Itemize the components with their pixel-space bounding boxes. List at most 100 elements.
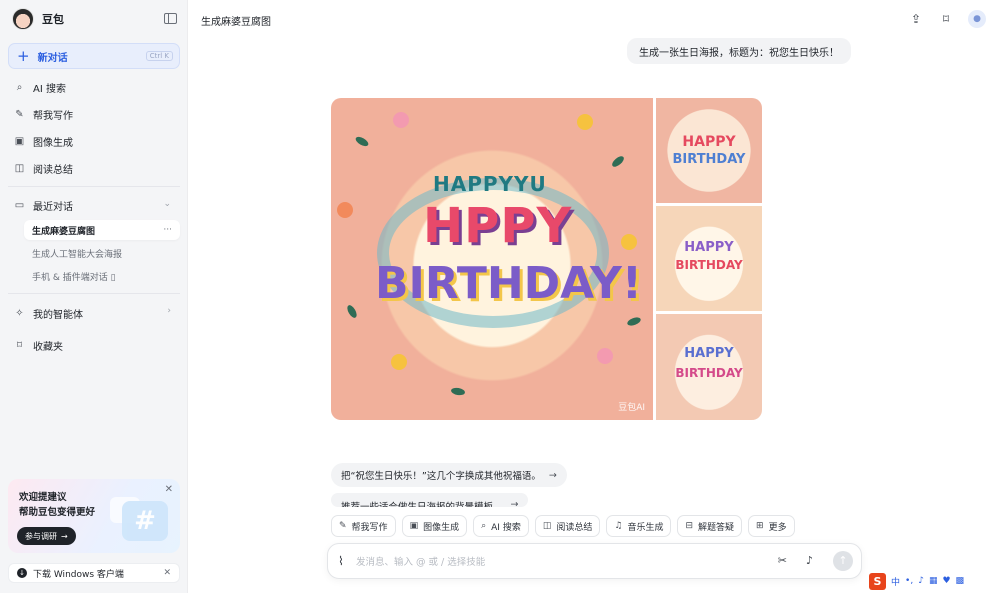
sidebar-item-label: 图像生成 — [33, 138, 73, 149]
sidebar-item-ai-search[interactable]: ⌕ AI 搜索 — [14, 80, 66, 95]
search-icon: ⌕ — [16, 82, 23, 93]
survey-button[interactable]: 参与调研 → — [17, 527, 76, 545]
toolbox-icon[interactable]: ▩ — [956, 576, 965, 586]
image-text-birthday: BIRTHDAY! — [375, 258, 642, 309]
tool-image-gen[interactable]: ▣ 图像生成 — [401, 515, 468, 537]
tool-label: 图像生成 — [423, 522, 460, 533]
recent-chat-item[interactable]: 生成人工智能大会海报 — [24, 243, 180, 263]
message-input[interactable] — [356, 552, 736, 572]
thumb-text: HAPPY — [684, 346, 734, 361]
header-actions: ⇪ ⌑ ● — [908, 10, 986, 28]
image-icon: ▣ — [14, 136, 25, 147]
generated-image-thumb[interactable]: HAPPY BIRTHDAY — [656, 314, 762, 420]
music-icon: ♫ — [614, 521, 623, 531]
download-icon: ↓ — [17, 568, 27, 578]
recent-chat-item[interactable]: 生成麻婆豆腐图 ··· — [24, 220, 180, 240]
tool-ai-search[interactable]: ⌕ AI 搜索 — [473, 515, 529, 537]
user-avatar[interactable]: ● — [968, 10, 986, 28]
download-label: 下载 Windows 客户端 — [33, 569, 124, 580]
microphone-icon[interactable]: ♪ — [806, 554, 813, 567]
recent-chats-header[interactable]: ▭ 最近对话 — [14, 198, 174, 213]
chevron-down-icon[interactable]: ⌄ — [163, 199, 171, 209]
arrow-right-icon: → — [510, 499, 519, 507]
book-icon: ◫ — [542, 521, 552, 531]
image-icon: ▣ — [409, 521, 419, 531]
skin-icon[interactable]: ♥ — [942, 576, 950, 586]
image-decoration — [450, 386, 466, 397]
sidebar-item-label: 帮我写作 — [33, 111, 73, 122]
divider — [8, 293, 180, 294]
doubao-avatar — [12, 8, 34, 30]
more-options-icon[interactable]: ··· — [163, 225, 172, 235]
sidebar-item-reading[interactable]: ◫ 阅读总结 — [14, 161, 73, 176]
new-chat-button[interactable]: + 新对话 Ctrl K — [8, 43, 180, 69]
image-decoration — [393, 112, 409, 128]
generated-image-thumb[interactable]: HAPPY BIRTHDAY — [656, 206, 762, 311]
promo-line2: 帮助豆包变得更好 — [19, 507, 96, 518]
image-decoration — [577, 114, 593, 130]
arrow-right-icon: → — [548, 469, 557, 481]
recent-chats-label: 最近对话 — [33, 202, 73, 213]
bookmark-add-icon[interactable]: ⌑ — [938, 11, 954, 27]
keyboard-icon[interactable]: ▦ — [929, 576, 938, 586]
tool-label: 帮我写作 — [351, 522, 388, 533]
chevron-right-icon[interactable]: › — [167, 306, 171, 316]
sidebar-item-image-gen[interactable]: ▣ 图像生成 — [14, 134, 73, 149]
tool-label: 音乐生成 — [627, 522, 664, 533]
recent-chat-label: 生成麻婆豆腐图 — [32, 226, 96, 237]
watermark: 豆包AI — [618, 403, 645, 413]
voice-icon[interactable]: ♪ — [918, 576, 924, 586]
close-icon[interactable]: ✕ — [165, 484, 173, 495]
close-icon[interactable]: ✕ — [163, 568, 171, 578]
sidebar-item-favorites[interactable]: ⌑ 收藏夹 — [14, 338, 63, 353]
search-icon: ⌕ — [481, 521, 487, 531]
suggestion-label: 推荐一些适合做生日海报的背景模板。 — [341, 499, 503, 507]
send-button[interactable]: ↑ — [833, 551, 853, 571]
tool-solve[interactable]: ⊟ 解题答疑 — [677, 515, 743, 537]
pen-icon: ✎ — [339, 521, 347, 531]
sidebar-item-label: 我的智能体 — [33, 310, 83, 321]
brand[interactable]: 豆包 — [12, 8, 64, 30]
survey-button-label: 参与调研 — [25, 531, 57, 541]
promo-title: 欢迎提建议 帮助豆包变得更好 — [19, 490, 95, 520]
generated-image-main[interactable]: HAPPYYU HPPY BIRTHDAY! 豆包AI — [331, 98, 653, 420]
thumb-text: HAPPY — [682, 134, 736, 150]
bookmark-icon: ⌑ — [16, 340, 23, 351]
brand-name: 豆包 — [42, 13, 64, 26]
tool-more[interactable]: ⊞ 更多 — [748, 515, 795, 537]
image-decoration — [597, 348, 613, 364]
tool-label: 解题答疑 — [698, 522, 735, 533]
image-decoration — [610, 154, 626, 169]
recent-chat-item[interactable]: 手机 & 插件端对话 ▯ — [24, 266, 180, 286]
image-decoration — [345, 303, 359, 320]
suggestion-chip[interactable]: 推荐一些适合做生日海报的背景模板。 → — [331, 493, 529, 507]
image-text-top: HAPPYYU — [433, 172, 547, 196]
pen-icon: ✎ — [15, 109, 24, 120]
attachment-icon[interactable]: ⌇ — [338, 554, 344, 568]
thumb-text: HAPPY — [684, 240, 734, 255]
suggestion-label: 把“祝您生日快乐！”这几个字换成其他祝福语。 — [341, 471, 541, 482]
tool-label: 阅读总结 — [556, 522, 593, 533]
punctuation-icon[interactable]: •, — [905, 576, 913, 586]
tool-music[interactable]: ♫ 音乐生成 — [606, 515, 672, 537]
sidebar-item-agents[interactable]: ✧ 我的智能体 — [14, 306, 83, 321]
grid-icon: ⊞ — [756, 521, 764, 531]
tool-writing[interactable]: ✎ 帮我写作 — [331, 515, 396, 537]
sidebar: 豆包 + 新对话 Ctrl K ⌕ AI 搜索 ✎ 帮我写作 ▣ 图像生成 ◫ … — [0, 0, 188, 593]
scissors-icon[interactable]: ✂ — [778, 554, 787, 567]
generated-image-thumb[interactable]: HAPPY BIRTHDAY — [656, 98, 762, 203]
generated-images: HAPPYYU HPPY BIRTHDAY! 豆包AI HAPPY BIRTHD… — [331, 98, 762, 420]
sidebar-toggle-icon[interactable] — [164, 13, 177, 24]
ime-lang[interactable]: 中 — [891, 575, 900, 588]
tool-reading[interactable]: ◫ 阅读总结 — [534, 515, 601, 537]
recent-chat-label: 生成人工智能大会海报 — [32, 249, 123, 260]
suggestion-chip[interactable]: 把“祝您生日快乐！”这几个字换成其他祝福语。 → — [331, 463, 567, 487]
sogou-logo-icon[interactable]: S — [869, 572, 886, 590]
thumb-text: BIRTHDAY — [672, 152, 746, 167]
sidebar-item-writing[interactable]: ✎ 帮我写作 — [14, 107, 73, 122]
image-decoration — [354, 134, 370, 149]
image-decoration — [337, 202, 353, 218]
share-icon[interactable]: ⇪ — [908, 11, 924, 27]
download-client-banner[interactable]: ↓ 下载 Windows 客户端 ✕ — [8, 563, 180, 583]
shortcut-badge: Ctrl K — [145, 51, 173, 61]
